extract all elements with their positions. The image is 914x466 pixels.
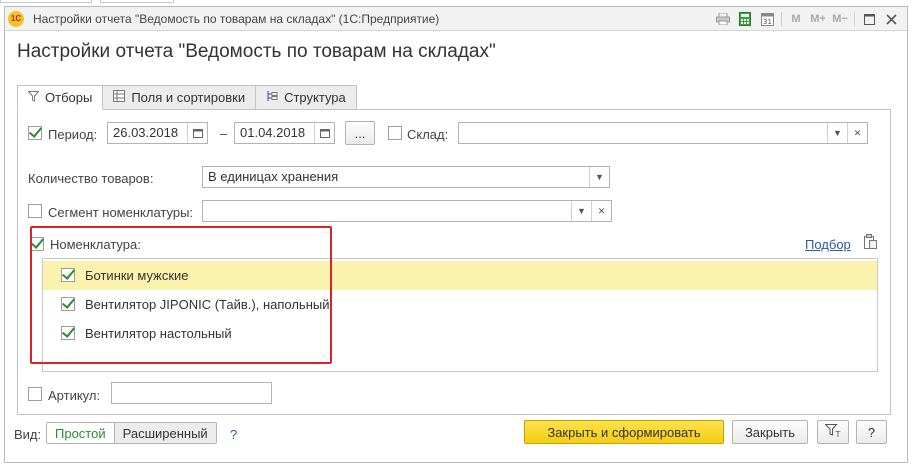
calendar-icon[interactable]: 31 (759, 11, 775, 27)
help-button[interactable]: ? (856, 420, 887, 444)
window-titlebar: 1С Настройки отчета "Ведомость по товара… (5, 7, 907, 31)
app-logo-icon: 1С (8, 11, 24, 27)
toolbar-separator (854, 12, 855, 26)
warehouse-label: Склад: (407, 127, 449, 142)
tab-fields-sorting[interactable]: Поля и сортировки (102, 85, 257, 110)
warehouse-input[interactable]: ▼ ✕ (458, 122, 868, 144)
chevron-down-icon[interactable]: ▼ (571, 201, 591, 221)
nomenclature-label: Номенклатура: (50, 237, 141, 252)
tab-bar: Отборы Поля и сортировки Структура (17, 85, 357, 110)
background-strip (0, 0, 914, 4)
view-switch: Простой Расширенный (46, 422, 217, 444)
view-extended-button[interactable]: Расширенный (114, 423, 216, 443)
filters-panel: Период: 26.03.2018 – 01.04.2018 ... Скла… (17, 109, 891, 415)
segment-input[interactable]: ▼ ✕ (202, 200, 612, 222)
m-minus-icon[interactable]: M− (832, 11, 848, 27)
item-text: Вентилятор настольный (85, 326, 232, 341)
period-from-value: 26.03.2018 (113, 125, 179, 140)
segment-label: Сегмент номенклатуры: (48, 205, 194, 220)
pick-link[interactable]: Подбор (805, 237, 851, 252)
tab-label: Поля и сортировки (131, 90, 246, 105)
list-item[interactable]: Вентилятор JIPONIC (Тайв.), напольный (43, 290, 877, 319)
article-input[interactable] (111, 382, 272, 404)
list-item[interactable]: Ботинки мужские (43, 261, 877, 290)
close-and-generate-button[interactable]: Закрыть и сформировать (524, 420, 724, 444)
quantity-select[interactable]: В единицах хранения ▼ (202, 166, 610, 188)
warehouse-checkbox[interactable] (388, 126, 402, 140)
filter-icon (27, 90, 40, 105)
close-icon[interactable] (883, 11, 899, 27)
period-select-button[interactable]: ... (345, 121, 375, 145)
chevron-down-icon[interactable]: ▼ (589, 167, 609, 187)
quantity-value: В единицах хранения (208, 169, 339, 184)
toolbar-separator (781, 12, 782, 26)
background-tab (0, 0, 92, 3)
calendar-icon[interactable] (314, 123, 334, 143)
clear-icon[interactable]: ✕ (847, 123, 867, 143)
view-help-icon[interactable]: ? (230, 427, 237, 442)
calculator-icon[interactable] (737, 11, 753, 27)
tab-structure[interactable]: Структура (255, 85, 357, 110)
close-button[interactable]: Закрыть (732, 420, 808, 444)
article-checkbox[interactable] (28, 387, 42, 401)
settings-window: 1С Настройки отчета "Ведомость по товара… (4, 6, 908, 463)
nomenclature-checkbox[interactable] (30, 237, 44, 251)
fields-icon (113, 90, 126, 105)
item-checkbox[interactable] (61, 326, 75, 340)
item-checkbox[interactable] (61, 297, 75, 311)
m-plus-icon[interactable]: M+ (810, 11, 826, 27)
chevron-down-icon[interactable]: ▼ (827, 123, 847, 143)
titlebar-tools: 31 M M+ M− (715, 11, 899, 27)
period-to-input[interactable]: 01.04.2018 (234, 122, 335, 144)
window-title: Настройки отчета "Ведомость по товарам н… (33, 12, 440, 26)
svg-text:T: T (835, 430, 841, 438)
period-checkbox[interactable] (28, 126, 42, 140)
tab-label: Отборы (45, 90, 93, 105)
print-icon[interactable] (715, 11, 731, 27)
article-label: Артикул: (48, 388, 101, 403)
calendar-icon[interactable] (187, 123, 207, 143)
view-label: Вид: (14, 427, 42, 442)
period-from-input[interactable]: 26.03.2018 (107, 122, 208, 144)
filter-settings-icon: T (824, 423, 841, 441)
tab-label: Структура (284, 90, 346, 105)
structure-icon (266, 90, 278, 105)
item-checkbox[interactable] (61, 268, 75, 282)
svg-text:31: 31 (763, 18, 772, 26)
segment-checkbox[interactable] (28, 204, 42, 218)
item-text: Вентилятор JIPONIC (Тайв.), напольный (85, 297, 330, 312)
tab-filters[interactable]: Отборы (17, 85, 104, 110)
quantity-label: Количество товаров: (28, 171, 154, 186)
period-dash: – (220, 126, 228, 141)
list-item[interactable]: Вентилятор настольный (43, 319, 877, 348)
filter-settings-button[interactable]: T (817, 420, 849, 444)
nomenclature-list: Ботинки мужские Вентилятор JIPONIC (Тайв… (42, 258, 878, 372)
form-title: Настройки отчета "Ведомость по товарам н… (17, 41, 496, 62)
item-text: Ботинки мужские (85, 268, 189, 283)
period-to-value: 01.04.2018 (240, 125, 306, 140)
view-simple-button[interactable]: Простой (47, 423, 115, 443)
clipboard-icon[interactable] (863, 234, 879, 250)
m-icon[interactable]: M (788, 11, 804, 27)
clear-icon[interactable]: ✕ (591, 201, 611, 221)
period-label: Период: (48, 127, 98, 142)
restore-icon[interactable] (861, 11, 877, 27)
background-tab (100, 0, 174, 3)
